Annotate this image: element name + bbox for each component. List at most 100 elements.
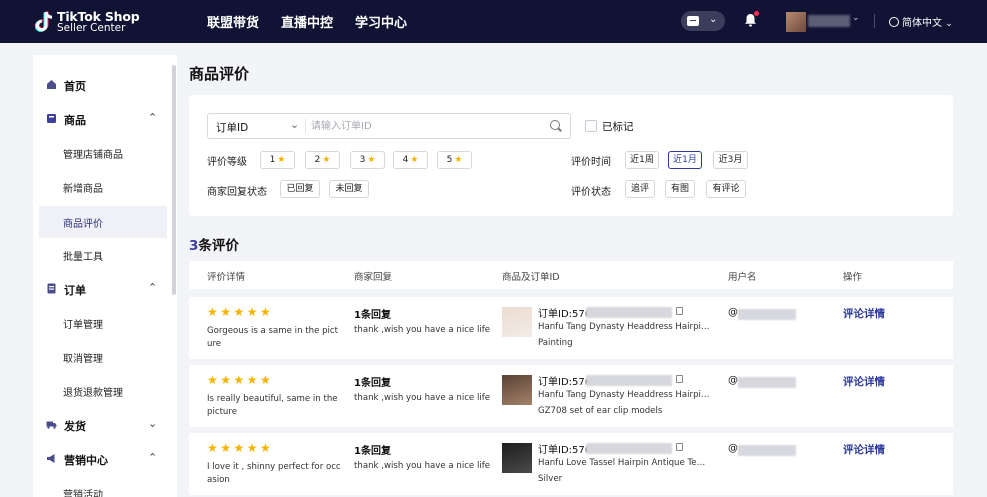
home-icon xyxy=(47,80,56,89)
reply-text: thank ,wish you have a nice life xyxy=(354,461,491,471)
sidebar-item-label: 退货退款管理 xyxy=(63,388,123,399)
search-type-select[interactable]: 订单ID xyxy=(216,120,248,135)
chevron-down-icon[interactable]: ⌄ xyxy=(290,118,299,131)
filter-panel: 订单ID ⌄ 已标记 评价等级 1★ 2★ 3★ 4★ 5★ 商家回复状态 已回… xyxy=(189,95,953,216)
time-chip-1-week[interactable]: 近1周 xyxy=(625,151,659,169)
chat-button[interactable]: ⌄ xyxy=(681,11,725,31)
chevron-down-icon[interactable]: ⌄ xyxy=(852,13,860,23)
review-details-link[interactable]: 评论详情 xyxy=(843,374,885,389)
product-name[interactable]: Hanfu Love Tassel Hairpin Antique Temp..… xyxy=(538,458,713,468)
reply-count: 1条回复 xyxy=(354,378,391,389)
chat-icon xyxy=(687,16,699,26)
sidebar-item-marketing[interactable]: 营销中心 ⌃ xyxy=(33,443,173,475)
order-id-redacted xyxy=(586,375,672,386)
copy-icon[interactable] xyxy=(676,443,683,451)
sidebar-item-manage-products[interactable]: 管理店铺商品 xyxy=(33,137,173,169)
marked-checkbox[interactable] xyxy=(585,120,597,132)
sidebar-item-label: 管理店铺商品 xyxy=(63,150,123,161)
review-details-link[interactable]: 评论详情 xyxy=(843,442,885,457)
username-redacted xyxy=(738,309,796,320)
sidebar: 首页 商品 ⌃ 管理店铺商品 新增商品 商品评价 批量工具 订单 ⌃ 订单管理 … xyxy=(33,55,177,497)
avatar[interactable] xyxy=(786,12,806,32)
rating-chip-2[interactable]: 2 ★ xyxy=(305,151,340,169)
star-icon: ★ xyxy=(454,155,463,165)
sidebar-item-order-management[interactable]: 订单管理 xyxy=(33,307,173,339)
nav-affiliate[interactable]: 联盟带货 xyxy=(207,12,259,31)
marked-label: 已标记 xyxy=(602,121,634,133)
sidebar-item-product-reviews[interactable]: 商品评价 xyxy=(39,206,167,238)
sidebar-item-returns-refunds[interactable]: 退货退款管理 xyxy=(33,375,173,407)
review-count: 3条评价 xyxy=(189,234,239,254)
review-details-link[interactable]: 评论详情 xyxy=(843,306,885,321)
sidebar-item-cancellations[interactable]: 取消管理 xyxy=(33,341,173,373)
state-chip-follow-up[interactable]: 追评 xyxy=(625,180,655,198)
language-label: 简体中文 xyxy=(902,18,942,29)
review-text: Gorgeous is a same in the picture xyxy=(207,326,339,349)
rating-chip-5[interactable]: 5 ★ xyxy=(437,151,472,169)
order-icon xyxy=(47,283,56,294)
sidebar-item-label: 发货 xyxy=(64,420,86,433)
search-icon[interactable] xyxy=(550,120,560,130)
megaphone-icon xyxy=(47,454,55,463)
product-name[interactable]: Hanfu Tang Dynasty Headdress Hairpin T..… xyxy=(538,322,713,332)
search-input[interactable] xyxy=(311,118,541,134)
review-count-number: 3 xyxy=(189,238,199,254)
username: @ xyxy=(728,375,738,386)
sidebar-item-label: 营销中心 xyxy=(64,454,108,467)
table-header: 评价详情 商家回复 商品及订单ID 用户名 操作 xyxy=(189,261,953,289)
sidebar-item-shipping[interactable]: 发货 ⌄ xyxy=(33,409,173,441)
sidebar-item-campaigns[interactable]: 营销活动 xyxy=(33,477,173,497)
nav-live-console[interactable]: 直播中控 xyxy=(281,12,333,31)
column-header-product-order: 商品及订单ID xyxy=(502,272,560,283)
username-redacted xyxy=(738,377,796,388)
copy-icon[interactable] xyxy=(676,307,683,315)
rating-stars: ★★★★★ xyxy=(207,305,274,319)
sidebar-item-label: 营销活动 xyxy=(63,490,103,497)
sidebar-item-home[interactable]: 首页 xyxy=(33,69,173,101)
review-state-label: 评价状态 xyxy=(571,187,611,198)
username-redacted xyxy=(738,445,796,456)
reply-status-replied[interactable]: 已回复 xyxy=(280,180,320,198)
sidebar-scrollbar[interactable] xyxy=(172,65,176,295)
state-chip-with-comment[interactable]: 有评论 xyxy=(706,180,746,198)
sidebar-item-label: 商品 xyxy=(64,114,86,127)
table-row: ★★★★★ Gorgeous is a same in the picture … xyxy=(189,297,953,359)
column-header-reply: 商家回复 xyxy=(354,272,393,283)
time-chip-3-months[interactable]: 近3月 xyxy=(713,151,748,169)
order-id-redacted xyxy=(586,307,672,318)
star-icon: ★ xyxy=(367,155,376,165)
rating-stars: ★★★★★ xyxy=(207,373,274,387)
review-text: Is really beautiful, same in the picture xyxy=(207,394,338,417)
order-id: 订单ID:576 xyxy=(538,309,592,320)
sidebar-item-label: 订单管理 xyxy=(63,320,103,331)
product-thumbnail xyxy=(502,443,532,473)
product-sku: Painting xyxy=(538,338,573,348)
order-id: 订单ID:576 xyxy=(538,445,592,456)
rating-filter-label: 评价等级 xyxy=(207,157,247,168)
time-chip-1-month[interactable]: 近1月 xyxy=(668,151,702,169)
sidebar-item-orders[interactable]: 订单 ⌃ xyxy=(33,273,173,305)
reply-status-unreplied[interactable]: 未回复 xyxy=(329,180,369,198)
column-header-username: 用户名 xyxy=(728,272,757,283)
sidebar-item-bulk-tools[interactable]: 批量工具 xyxy=(33,239,173,271)
chevron-up-icon: ⌃ xyxy=(148,281,158,294)
state-chip-with-image[interactable]: 有图 xyxy=(665,180,695,198)
tiktok-shop-logo[interactable]: TikTok Shop Seller Center xyxy=(33,8,140,36)
nav-learning-center[interactable]: 学习中心 xyxy=(355,12,407,31)
sidebar-item-label: 首页 xyxy=(64,80,86,93)
chevron-up-icon: ⌃ xyxy=(148,451,158,464)
product-thumbnail xyxy=(502,307,532,337)
rating-chip-3[interactable]: 3 ★ xyxy=(350,151,385,169)
copy-icon[interactable] xyxy=(676,375,683,383)
rating-chip-4[interactable]: 4 ★ xyxy=(393,151,428,169)
language-selector[interactable]: 简体中文 ⌄ xyxy=(889,14,953,29)
product-name[interactable]: Hanfu Tang Dynasty Headdress Hairpin T..… xyxy=(538,390,713,400)
reply-count: 1条回复 xyxy=(354,310,391,321)
rating-chip-1[interactable]: 1 ★ xyxy=(260,151,295,169)
chevron-up-icon: ⌃ xyxy=(148,111,158,124)
sidebar-item-products[interactable]: 商品 ⌃ xyxy=(33,103,173,135)
product-icon xyxy=(47,114,56,123)
review-count-suffix: 条评价 xyxy=(198,238,239,254)
globe-icon xyxy=(889,17,899,27)
sidebar-item-add-product[interactable]: 新增商品 xyxy=(33,171,173,203)
